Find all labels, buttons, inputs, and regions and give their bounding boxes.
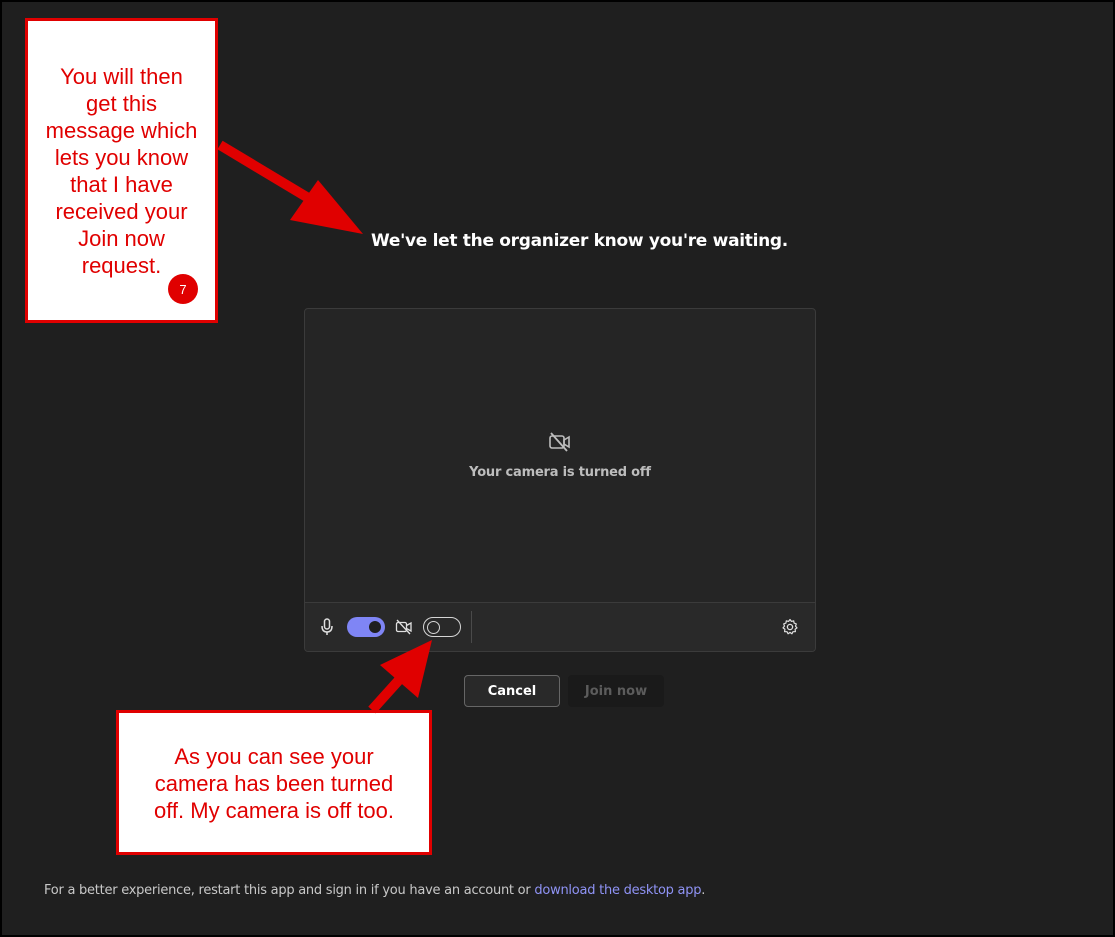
arrow-to-waiting-message [217,140,363,234]
annotation-arrows [217,140,432,714]
arrow-to-camera-toggle [368,640,432,714]
